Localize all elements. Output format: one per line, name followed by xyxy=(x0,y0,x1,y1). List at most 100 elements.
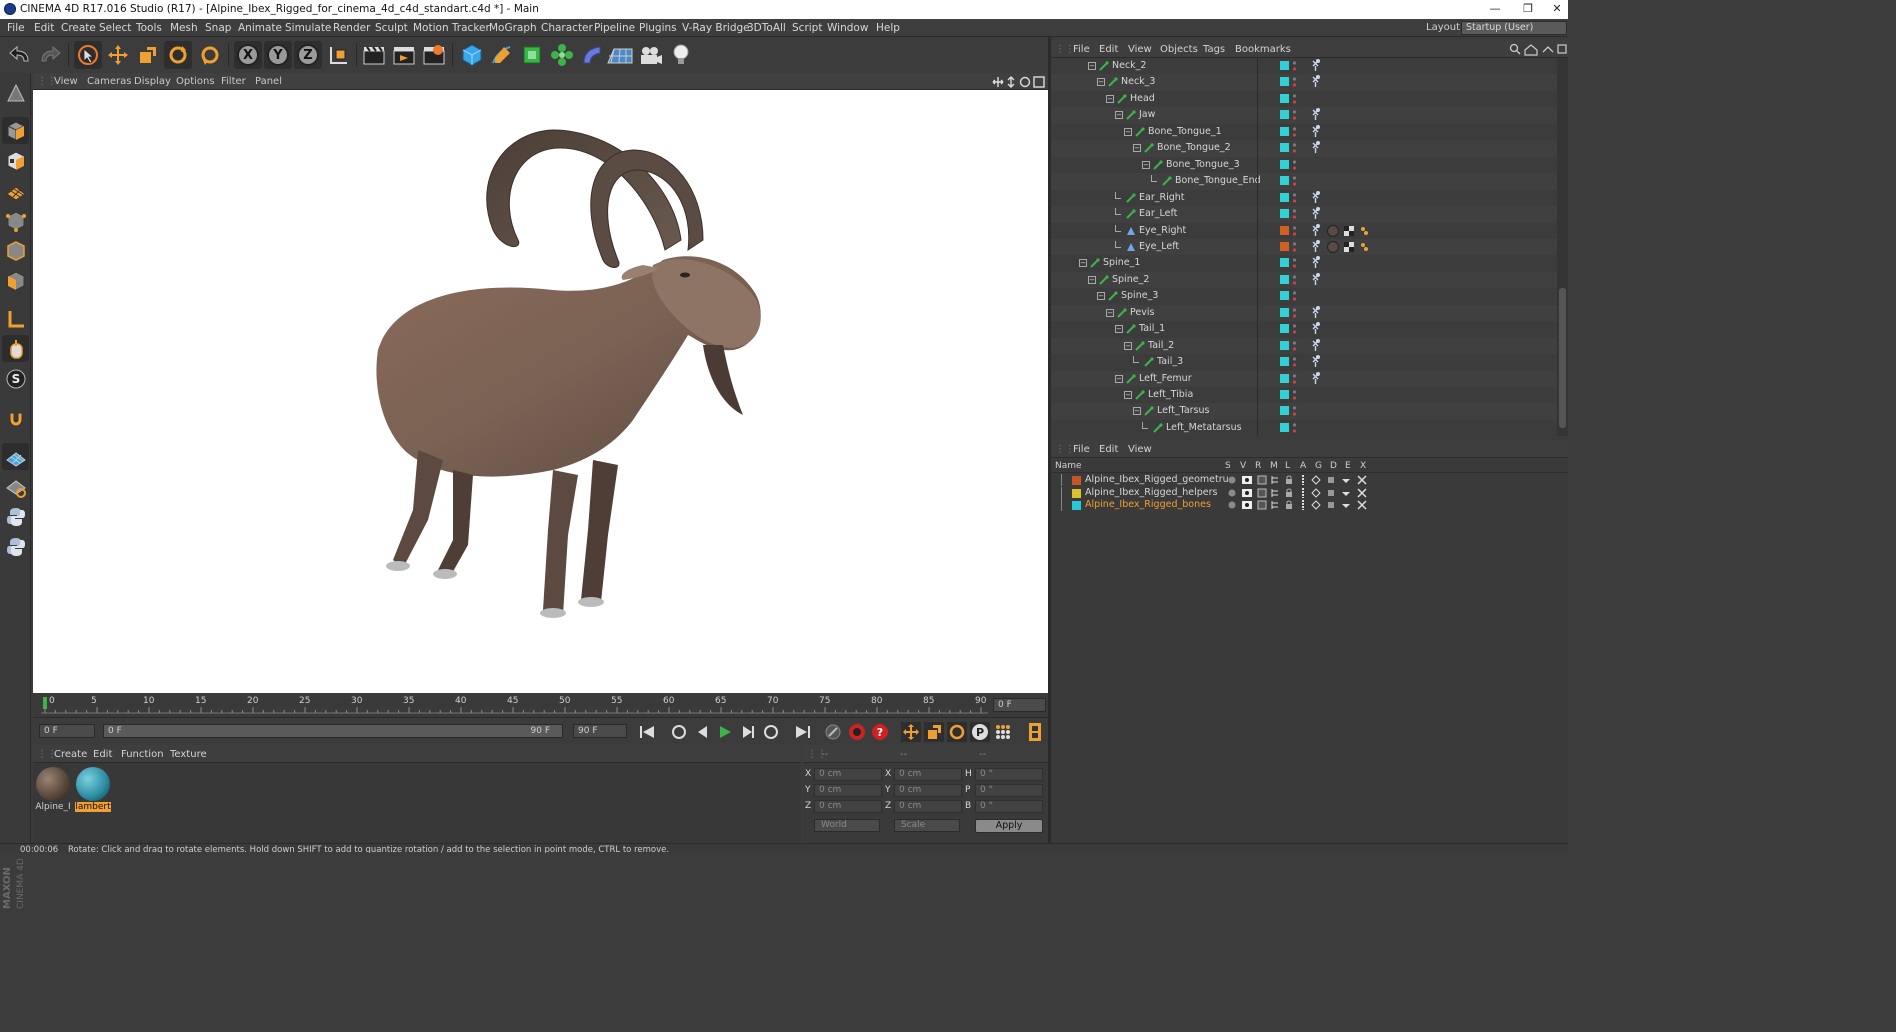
menu-edit[interactable]: Edit xyxy=(34,22,54,34)
timeline-window-button[interactable] xyxy=(1025,722,1045,742)
layer-color-chip[interactable] xyxy=(1280,291,1289,301)
object-row[interactable]: − Bone_Tongue_3 xyxy=(1051,157,1557,174)
object-menu-bookmarks[interactable]: Bookmarks xyxy=(1235,44,1291,55)
object-tags[interactable] xyxy=(1309,354,1379,370)
layer-color-chip[interactable] xyxy=(1280,77,1289,87)
polygons-mode-button[interactable] xyxy=(2,267,29,294)
menu-character[interactable]: Character xyxy=(541,22,593,34)
visibility-dots[interactable] xyxy=(1292,141,1297,155)
menu-create[interactable]: Create xyxy=(61,22,96,34)
object-name[interactable]: Tail_3 xyxy=(1157,356,1183,367)
python-script-button[interactable] xyxy=(2,503,29,530)
array-generator-button[interactable] xyxy=(548,41,576,69)
object-name[interactable]: Left_Tarsus xyxy=(1157,405,1210,416)
python-script-button-2[interactable] xyxy=(2,533,29,560)
start-frame-field[interactable]: 0 F xyxy=(39,724,95,738)
object-row[interactable]: − Head xyxy=(1051,91,1557,108)
visibility-dots[interactable] xyxy=(1292,174,1297,188)
object-tags[interactable] xyxy=(1309,239,1379,255)
viewport-nav-icons[interactable] xyxy=(991,75,1047,89)
object-name[interactable]: Left_Femur xyxy=(1139,373,1192,384)
layer-color-chip[interactable] xyxy=(1280,241,1289,251)
object-name[interactable]: Ear_Left xyxy=(1139,208,1177,219)
y-axis-lock-button[interactable]: Y xyxy=(264,41,292,69)
object-tags[interactable] xyxy=(1309,124,1379,140)
visibility-dots[interactable] xyxy=(1292,92,1297,106)
visibility-dots[interactable] xyxy=(1292,207,1297,221)
menu-vray-bridge[interactable]: V-Ray Bridge xyxy=(682,22,750,34)
layer-color-chip[interactable] xyxy=(1280,340,1289,350)
visibility-dots[interactable] xyxy=(1292,372,1297,386)
object-tree-scrollbar[interactable] xyxy=(1557,58,1568,436)
object-name[interactable]: Ear_Right xyxy=(1139,192,1185,203)
move-tool-button[interactable] xyxy=(104,41,132,69)
object-row[interactable]: − Spine_1 xyxy=(1051,255,1557,272)
object-row[interactable]: Bone_Tongue_End xyxy=(1051,173,1557,190)
object-tags[interactable] xyxy=(1309,321,1379,337)
visibility-dots[interactable] xyxy=(1292,108,1297,122)
object-tags[interactable] xyxy=(1309,305,1379,321)
visibility-dots[interactable] xyxy=(1292,339,1297,353)
visibility-dots[interactable] xyxy=(1292,125,1297,139)
expand-toggle[interactable]: − xyxy=(1124,391,1132,399)
layer-color-chip[interactable] xyxy=(1280,176,1289,186)
object-tags[interactable] xyxy=(1309,206,1379,222)
layer-row[interactable]: Alpine_Ibex_Rigged_helpers xyxy=(1051,486,1568,499)
object-row[interactable]: − Left_Tarsus xyxy=(1051,403,1557,420)
layer-name[interactable]: Alpine_Ibex_Rigged_helpers xyxy=(1085,487,1217,498)
layer-col-locked[interactable]: L xyxy=(1285,461,1290,471)
visibility-dots[interactable] xyxy=(1292,289,1297,303)
layer-color-chip[interactable] xyxy=(1280,307,1289,317)
object-name[interactable]: Bone_Tongue_End xyxy=(1175,175,1261,186)
object-row[interactable]: Eye_Left xyxy=(1051,238,1557,256)
object-name[interactable]: Head xyxy=(1130,93,1155,104)
material-item-lambert[interactable]: lambert xyxy=(75,766,111,814)
menu-snap[interactable]: Snap xyxy=(205,22,231,34)
expand-toggle[interactable]: − xyxy=(1079,259,1087,268)
layer-col-render[interactable]: R xyxy=(1255,461,1261,471)
viewport-menu-cameras[interactable]: Cameras xyxy=(87,76,131,87)
material-item-alpine[interactable]: Alpine_I xyxy=(35,766,71,814)
material-menu-edit[interactable]: Edit xyxy=(93,749,112,760)
object-name[interactable]: Bone_Tongue_1 xyxy=(1148,126,1222,137)
visibility-dots[interactable] xyxy=(1292,388,1297,402)
rot-b-field[interactable]: 0 ° xyxy=(975,800,1043,813)
layer-color-chip[interactable] xyxy=(1280,61,1289,70)
visibility-dots[interactable] xyxy=(1292,256,1297,270)
object-row[interactable]: Tail_3 xyxy=(1051,354,1557,371)
object-tags[interactable] xyxy=(1309,107,1379,123)
workplane-mode-button[interactable] xyxy=(2,177,29,204)
menu-pipeline[interactable]: Pipeline xyxy=(594,22,635,34)
snap-enable-button[interactable]: S xyxy=(2,365,29,392)
menu-window[interactable]: Window xyxy=(827,22,868,34)
object-row[interactable]: − Bone_Tongue_1 xyxy=(1051,124,1557,141)
expand-toggle[interactable]: − xyxy=(1124,127,1132,136)
object-name[interactable]: Tail_1 xyxy=(1139,323,1165,334)
layer-col-xref[interactable]: X xyxy=(1360,461,1366,471)
object-row[interactable]: Left_Metatarsus xyxy=(1051,420,1557,436)
menu-file[interactable]: File xyxy=(7,22,25,34)
key-rotation-button[interactable] xyxy=(947,722,967,742)
pen-spline-button[interactable] xyxy=(488,41,516,69)
layer-color-chip[interactable] xyxy=(1280,225,1289,235)
object-row[interactable]: − Neck_2 xyxy=(1051,58,1557,75)
layer-color-chip[interactable] xyxy=(1280,143,1289,153)
tweak-mode-button[interactable] xyxy=(2,335,29,362)
object-name[interactable]: Bone_Tongue_2 xyxy=(1157,142,1231,153)
goto-end-button[interactable] xyxy=(793,722,813,742)
viewport-menu-panel[interactable]: Panel xyxy=(255,76,282,87)
layer-menu-view[interactable]: View xyxy=(1128,444,1152,455)
viewport-menu-options[interactable]: Options xyxy=(176,76,215,87)
pos-z-field[interactable]: 0 cm xyxy=(814,800,882,813)
scrollbar-thumb[interactable] xyxy=(1559,288,1566,428)
object-name[interactable]: Tail_2 xyxy=(1148,340,1174,351)
layer-color-chip[interactable] xyxy=(1280,258,1289,268)
expand-toggle[interactable]: − xyxy=(1106,308,1114,317)
object-tags[interactable] xyxy=(1309,338,1379,354)
pos-y-field[interactable]: 0 cm xyxy=(814,784,882,797)
expand-toggle[interactable]: − xyxy=(1115,325,1123,334)
object-row[interactable]: Ear_Left xyxy=(1051,206,1557,223)
layer-menu-file[interactable]: File xyxy=(1073,444,1090,455)
play-button[interactable] xyxy=(715,722,735,742)
layer-color-chip[interactable] xyxy=(1280,422,1289,432)
